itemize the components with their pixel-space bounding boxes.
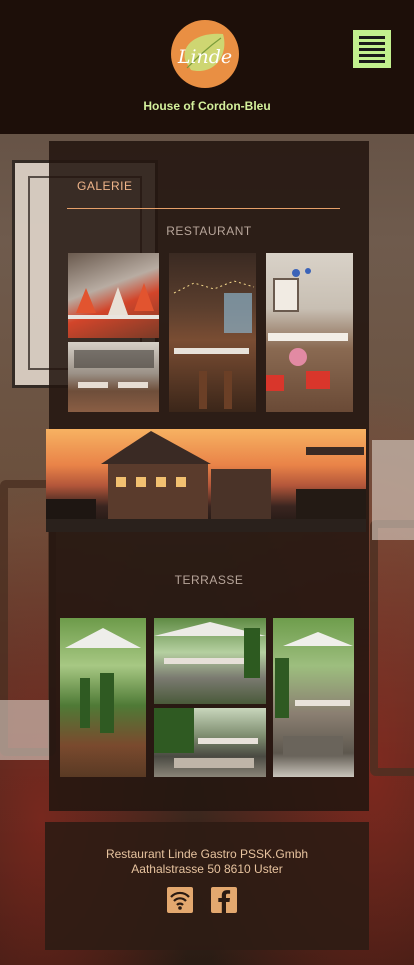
hamburger-menu-icon-bar xyxy=(359,47,385,51)
hamburger-menu-icon xyxy=(359,35,385,39)
site-footer xyxy=(45,822,369,950)
terrace-section-title: TERRASSE xyxy=(174,573,244,587)
logo-text: Linde xyxy=(177,46,233,68)
gallery-divider xyxy=(67,208,340,209)
terrace-photo[interactable] xyxy=(154,618,266,704)
footer-address: Aathalstrasse 50 8610 Uster xyxy=(131,862,283,876)
background-table xyxy=(372,440,414,540)
site-logo[interactable]: Linde xyxy=(171,20,239,88)
site-tagline: House of Cordon-Bleu xyxy=(143,99,271,113)
restaurant-photo[interactable] xyxy=(68,342,159,412)
restaurant-exterior-photo[interactable] xyxy=(46,429,366,532)
wifi-button[interactable] xyxy=(167,887,193,913)
restaurant-photo[interactable] xyxy=(169,253,256,412)
background-table xyxy=(0,700,50,760)
hamburger-menu-button[interactable] xyxy=(353,30,391,68)
terrace-photo[interactable] xyxy=(60,618,146,777)
wifi-icon xyxy=(170,891,190,910)
background-chair xyxy=(370,520,414,776)
footer-company-name: Restaurant Linde Gastro PSSK.Gmbh xyxy=(105,847,309,861)
facebook-button[interactable] xyxy=(211,887,237,913)
terrace-photo[interactable] xyxy=(154,708,266,777)
terrace-photo[interactable] xyxy=(273,618,354,777)
gallery-heading: GALERIE xyxy=(77,179,133,193)
restaurant-photo[interactable] xyxy=(266,253,353,412)
site-header: Linde House of Cordon-Bleu xyxy=(0,0,414,134)
hamburger-menu-icon-bar xyxy=(359,53,385,57)
restaurant-section-title: RESTAURANT xyxy=(166,224,252,238)
restaurant-photo[interactable] xyxy=(68,253,159,338)
hamburger-menu-icon-bar xyxy=(359,41,385,45)
hamburger-menu-icon-bar xyxy=(359,59,385,63)
facebook-icon xyxy=(218,890,231,913)
